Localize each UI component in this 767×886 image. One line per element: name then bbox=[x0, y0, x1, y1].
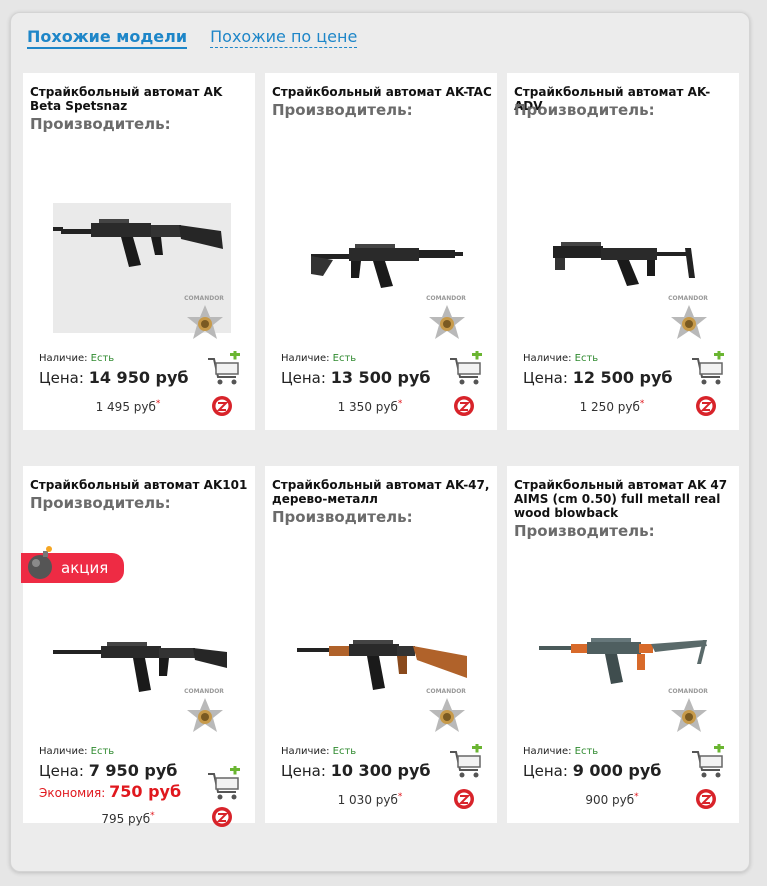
manufacturer-label: Производитель: bbox=[514, 522, 655, 540]
product-card: Страйкбольный автомат AK 47 AIMS (cm 0.5… bbox=[507, 466, 739, 823]
brand-logo: COMANDOR bbox=[665, 295, 711, 345]
brand-logo: COMANDOR bbox=[181, 295, 227, 345]
stock-status: Наличие: Есть bbox=[523, 746, 599, 757]
brand-logo: COMANDOR bbox=[423, 295, 469, 345]
similar-products-panel: Похожие модели Похожие по цене Страйкбол… bbox=[10, 12, 750, 872]
stock-status: Наличие: Есть bbox=[281, 746, 357, 757]
product-card: Страйкбольный автомат AK-TAC Производите… bbox=[265, 73, 497, 430]
product-card: Страйкбольный автомат AK-47, дерево-мета… bbox=[265, 466, 497, 823]
star-logo-icon bbox=[671, 305, 707, 339]
price: Цена: 7 950 руб bbox=[39, 761, 178, 780]
price: Цена: 12 500 руб bbox=[523, 368, 673, 387]
product-title[interactable]: Страйкбольный автомат AK-47, дерево-мета… bbox=[272, 478, 492, 506]
manufacturer-label: Производитель: bbox=[30, 494, 171, 512]
manufacturer-label: Производитель: bbox=[514, 101, 655, 119]
add-to-cart-icon[interactable] bbox=[206, 766, 242, 802]
product-card: Страйкбольный автомат AK-ADV Производите… bbox=[507, 73, 739, 430]
discount-icon[interactable] bbox=[453, 788, 475, 810]
add-to-cart-icon[interactable] bbox=[448, 351, 484, 387]
bonus-points: 1 030 руб* bbox=[337, 792, 403, 807]
brand-logo: COMANDOR bbox=[665, 688, 711, 738]
bonus-points: 1 495 руб* bbox=[95, 399, 161, 414]
star-logo-icon bbox=[187, 305, 223, 339]
star-logo-icon bbox=[187, 698, 223, 732]
star-logo-icon bbox=[671, 698, 707, 732]
rifle-icon bbox=[53, 219, 223, 267]
tab-bar: Похожие модели Похожие по цене bbox=[27, 27, 375, 53]
product-card: Страйкбольный автомат AK Beta Spetsnaz П… bbox=[23, 73, 255, 430]
bomb-icon bbox=[28, 546, 52, 579]
stock-status: Наличие: Есть bbox=[39, 353, 115, 364]
manufacturer-label: Производитель: bbox=[30, 115, 171, 133]
discount-icon[interactable] bbox=[211, 806, 233, 828]
add-to-cart-icon[interactable] bbox=[690, 351, 726, 387]
add-to-cart-icon[interactable] bbox=[690, 744, 726, 780]
bonus-points: 1 250 руб* bbox=[579, 399, 645, 414]
add-to-cart-icon[interactable] bbox=[448, 744, 484, 780]
product-image[interactable] bbox=[51, 193, 231, 283]
manufacturer-label: Производитель: bbox=[272, 508, 413, 526]
stock-status: Наличие: Есть bbox=[281, 353, 357, 364]
price: Цена: 9 000 руб bbox=[523, 761, 662, 780]
product-title[interactable]: Страйкбольный автомат AK-TAC bbox=[272, 85, 492, 99]
discount-icon[interactable] bbox=[211, 395, 233, 417]
price: Цена: 14 950 руб bbox=[39, 368, 189, 387]
product-title[interactable]: Страйкбольный автомат AK 47 AIMS (cm 0.5… bbox=[514, 478, 734, 520]
bonus-points: 795 руб* bbox=[101, 811, 155, 826]
manufacturer-label: Производитель: bbox=[272, 101, 413, 119]
discount-icon[interactable] bbox=[695, 395, 717, 417]
sale-badge: акция bbox=[21, 546, 124, 583]
price: Цена: 10 300 руб bbox=[281, 761, 431, 780]
stock-status: Наличие: Есть bbox=[523, 353, 599, 364]
savings: Экономия: 750 руб bbox=[39, 782, 182, 801]
stock-status: Наличие: Есть bbox=[39, 746, 115, 757]
add-to-cart-icon[interactable] bbox=[206, 351, 242, 387]
brand-logo: COMANDOR bbox=[181, 688, 227, 738]
bonus-points: 1 350 руб* bbox=[337, 399, 403, 414]
price: Цена: 13 500 руб bbox=[281, 368, 431, 387]
discount-icon[interactable] bbox=[453, 395, 475, 417]
product-card: Страйкбольный автомат AK101 Производител… bbox=[21, 466, 255, 827]
product-title[interactable]: Страйкбольный автомат AK101 bbox=[30, 478, 250, 492]
tab-similar-models[interactable]: Похожие модели bbox=[27, 27, 188, 49]
star-logo-icon bbox=[429, 698, 465, 732]
brand-logo: COMANDOR bbox=[423, 688, 469, 738]
bonus-points: 900 руб* bbox=[585, 792, 639, 807]
product-title[interactable]: Страйкбольный автомат AK Beta Spetsnaz bbox=[30, 85, 250, 113]
tab-similar-price[interactable]: Похожие по цене bbox=[210, 27, 358, 48]
discount-icon[interactable] bbox=[695, 788, 717, 810]
star-logo-icon bbox=[429, 305, 465, 339]
